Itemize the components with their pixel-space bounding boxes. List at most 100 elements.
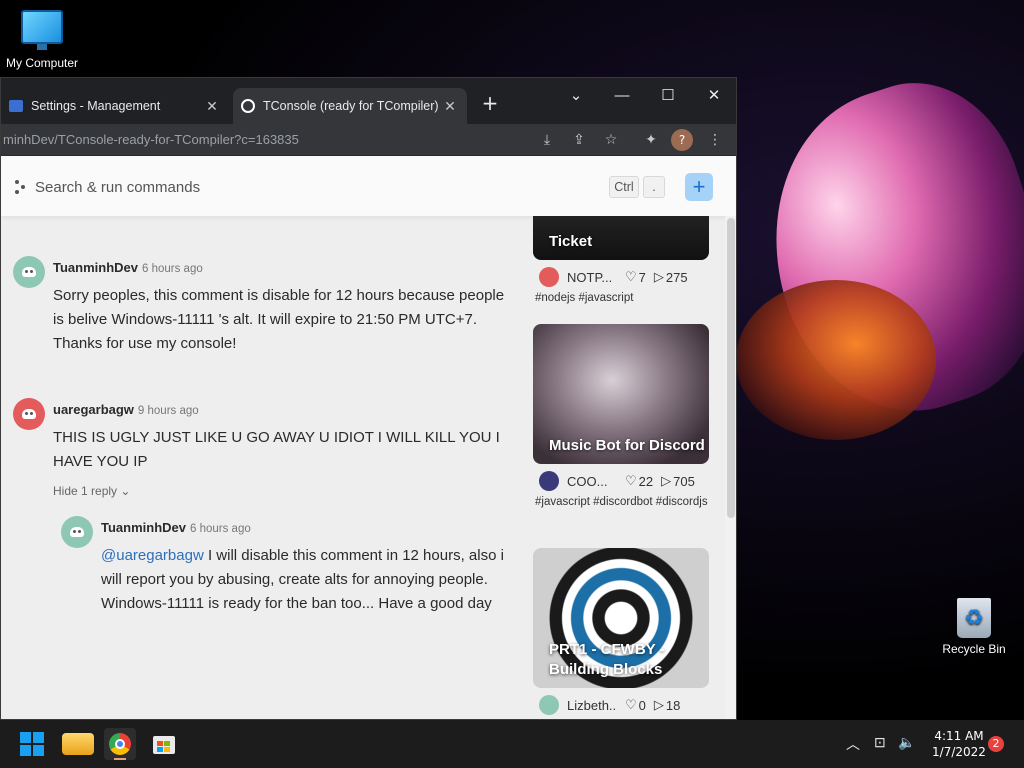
bookmark-star-icon[interactable]: ☆: [599, 128, 623, 152]
project-card-title: Ticket: [549, 233, 593, 250]
close-icon[interactable]: ✕: [441, 98, 459, 115]
install-app-icon[interactable]: ⤓: [535, 128, 559, 152]
comment-time: 9 hours ago: [137, 405, 199, 417]
tab-search-chevron-down-icon[interactable]: ⌄: [553, 82, 599, 110]
hide-replies-label: Hide 1 reply: [53, 484, 118, 498]
settings-favicon-icon: [9, 100, 23, 112]
minimize-button[interactable]: —: [599, 82, 645, 110]
clock-time: 4:11 AM: [934, 729, 984, 743]
shortcut-key-period: .: [643, 176, 665, 198]
chrome-icon[interactable]: [104, 728, 136, 760]
mention-link[interactable]: @uaregarbagw: [101, 547, 204, 564]
comment-author[interactable]: TuanminhDev: [101, 520, 186, 535]
network-icon[interactable]: ⊡: [874, 734, 892, 768]
browser-toolbar: minhDev/TConsole-ready-for-TCompiler?c=1…: [1, 124, 736, 156]
run-count: 705: [673, 473, 695, 489]
profile-avatar[interactable]: ?: [671, 129, 693, 151]
file-explorer-icon[interactable]: [62, 733, 94, 755]
close-icon[interactable]: ✕: [203, 98, 221, 115]
project-owner[interactable]: Lizbeth...: [567, 698, 617, 713]
taskbar: ︿ ⊡ 🔈 4:11 AM 1/7/2022 2: [0, 720, 1024, 768]
project-card-thumbnail[interactable]: Music Bot for Discord: [533, 324, 709, 464]
tab-title: TConsole (ready for TCompiler) -: [263, 99, 441, 113]
computer-icon: [21, 10, 63, 50]
owner-avatar[interactable]: [539, 471, 559, 491]
avatar[interactable]: [13, 398, 45, 430]
project-tags[interactable]: #javascript #discordbot #discordjs: [535, 492, 711, 512]
project-card-meta: Lizbeth... ♡ 0 ▷ 18: [539, 694, 715, 716]
comment: uaregarbagw 9 hours ago THIS IS UGLY JUST…: [13, 398, 500, 508]
command-bar: Ctrl . +: [1, 156, 736, 216]
like-count: 22: [638, 473, 654, 489]
search-commands-input[interactable]: [35, 174, 595, 200]
comment-author-line: uaregarbagw 9 hours ago: [53, 402, 199, 417]
extensions-puzzle-icon[interactable]: ✦: [639, 128, 663, 152]
comment-body: @uaregarbagw I will disable this comment…: [101, 544, 511, 616]
comment-reply: TuanminhDev 6 hours ago @uaregarbagw I wi…: [61, 516, 517, 646]
run-count: 18: [665, 697, 681, 713]
recycle-bin-icon: ♻: [957, 598, 991, 638]
shortcut-key-ctrl: Ctrl: [609, 176, 639, 198]
project-owner[interactable]: NOTP...: [567, 270, 617, 285]
avatar[interactable]: [61, 516, 93, 548]
desktop-icon-label: Recycle Bin: [942, 642, 1006, 656]
browser-window: Settings - Management ✕ TConsole (ready …: [0, 77, 737, 720]
comment-author[interactable]: TuanminhDev: [53, 260, 138, 275]
store-icon[interactable]: [148, 728, 180, 760]
project-owner[interactable]: COO...: [567, 474, 617, 489]
desktop-icon-label: My Computer: [5, 56, 79, 70]
heart-icon[interactable]: ♡: [625, 473, 637, 489]
avatar[interactable]: [13, 256, 45, 288]
tray-chevron-up-icon[interactable]: ︿: [846, 734, 864, 768]
volume-icon[interactable]: 🔈: [898, 734, 916, 768]
heart-icon[interactable]: ♡: [625, 269, 637, 285]
play-icon: ▷: [653, 269, 664, 284]
hide-replies-toggle[interactable]: Hide 1 reply ⌄: [53, 484, 130, 498]
project-card-title: Music Bot for Discord: [549, 437, 705, 454]
owner-avatar[interactable]: [539, 267, 559, 287]
chevron-down-icon: ⌄: [120, 484, 131, 498]
tab-strip: Settings - Management ✕ TConsole (ready …: [1, 78, 736, 124]
taskbar-clock[interactable]: 4:11 AM 1/7/2022: [926, 728, 992, 760]
play-icon: ▷: [661, 473, 672, 488]
comment-body: THIS IS UGLY JUST LIKE U GO AWAY U IDIOT…: [53, 429, 500, 470]
project-card-thumbnail[interactable]: PRT1 - CFWBY - Building Blocks: [533, 548, 709, 688]
close-window-button[interactable]: ✕: [691, 82, 736, 110]
comment-author-line: TuanminhDev 6 hours ago: [101, 520, 251, 535]
notification-badge[interactable]: 2: [988, 736, 1004, 752]
wallpaper: [736, 80, 1024, 440]
project-card-title: PRT1 - CFWBY - Building Blocks: [549, 641, 665, 678]
comment-author-line: TuanminhDev 6 hours ago: [53, 260, 203, 275]
new-tab-button[interactable]: +: [479, 92, 501, 114]
user-avatar-icon: [22, 267, 36, 277]
tab-settings-management[interactable]: Settings - Management ✕: [1, 88, 229, 124]
desktop-icon-recycle-bin[interactable]: ♻ Recycle Bin: [932, 598, 1016, 656]
project-card-meta: COO... ♡ 22 ▷ 705: [539, 470, 715, 492]
start-button[interactable]: [16, 728, 48, 760]
run-count: 275: [665, 269, 688, 285]
scrollbar-thumb[interactable]: [727, 218, 735, 518]
more-menu-icon[interactable]: ⋮: [703, 128, 727, 152]
address-bar[interactable]: minhDev/TConsole-ready-for-TCompiler?c=1…: [1, 126, 525, 154]
user-avatar-icon: [70, 527, 84, 537]
project-card-thumbnail[interactable]: Ticket: [533, 216, 709, 260]
comment-author[interactable]: uaregarbagw: [53, 402, 134, 417]
comment: TuanminhDev 6 hours ago Sorry peoples, th…: [13, 256, 504, 366]
command-icon: [15, 180, 27, 194]
comment-time: 6 hours ago: [142, 263, 203, 275]
heart-icon[interactable]: ♡: [625, 697, 637, 713]
maximize-button[interactable]: ☐: [645, 82, 691, 110]
like-count: 7: [638, 269, 646, 285]
share-icon[interactable]: ⇪: [567, 128, 591, 152]
project-tags[interactable]: #nodejs #javascript: [535, 288, 711, 308]
page-scrollbar[interactable]: [725, 216, 736, 719]
wallpaper-glow-shape: [736, 280, 936, 440]
owner-avatar[interactable]: [539, 695, 559, 715]
play-icon: ▷: [653, 697, 664, 712]
desktop-icon-my-computer[interactable]: My Computer: [0, 10, 84, 70]
page-content: Ctrl . + TuanminhDev 6 hours ago Sorry pe…: [1, 156, 736, 719]
create-button[interactable]: +: [685, 173, 713, 201]
tab-tconsole[interactable]: TConsole (ready for TCompiler) - ✕: [233, 88, 467, 124]
tab-title: Settings - Management: [31, 99, 161, 113]
comments-list: TuanminhDev 6 hours ago Sorry peoples, th…: [1, 216, 521, 719]
